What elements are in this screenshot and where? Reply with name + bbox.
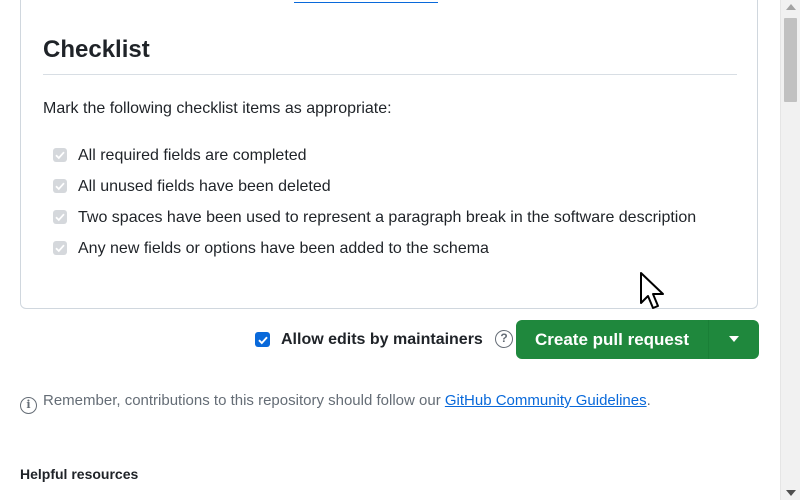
checklist-item-label: All unused fields have been deleted — [78, 178, 331, 195]
checklist-heading: Checklist — [43, 36, 150, 63]
create-pull-request-button-group: Create pull request — [516, 320, 759, 359]
cut-off-link[interactable] — [294, 0, 438, 3]
create-pull-request-button[interactable]: Create pull request — [516, 320, 708, 359]
question-circle-icon[interactable]: ? — [495, 330, 513, 348]
checklist-item-label: All required fields are completed — [78, 147, 307, 164]
checkmark-icon — [55, 151, 65, 160]
checklist-checkbox — [53, 210, 67, 224]
mouse-pointer-icon — [640, 272, 664, 309]
community-guidelines-link[interactable]: GitHub Community Guidelines — [445, 392, 647, 409]
checkmark-icon — [55, 182, 65, 191]
checklist-item-label: Any new fields or options have been adde… — [78, 240, 489, 257]
pull-request-actions: Allow edits by maintainers ? Create pull… — [0, 320, 780, 360]
helpful-resources-heading: Helpful resources — [20, 466, 139, 482]
checklist-item: Any new fields or options have been adde… — [52, 236, 712, 262]
triangle-down-icon — [729, 336, 739, 342]
contribution-reminder: i Remember, contributions to this reposit… — [20, 391, 651, 414]
checklist-checkbox — [53, 148, 67, 162]
checkmark-icon — [55, 244, 65, 253]
checklist-checkbox — [53, 241, 67, 255]
checklist: All required fields are completed All un… — [52, 143, 712, 267]
checkmark-icon — [257, 336, 268, 344]
reminder-period: . — [646, 392, 651, 409]
info-icon: i — [20, 397, 37, 414]
allow-edits-checkbox[interactable] — [255, 332, 270, 347]
checklist-item: All required fields are completed — [52, 143, 712, 169]
scroll-up-arrow-icon[interactable] — [786, 4, 796, 10]
checklist-item-label: Two spaces have been used to represent a… — [78, 209, 697, 226]
create-options-dropdown-button[interactable] — [708, 320, 759, 359]
checklist-item: All unused fields have been deleted — [52, 174, 712, 200]
checkmark-icon — [55, 213, 65, 222]
scroll-down-arrow-icon[interactable] — [786, 490, 796, 496]
checklist-item: Two spaces have been used to represent a… — [52, 205, 712, 231]
page: Checklist Mark the following checklist i… — [0, 0, 780, 500]
allow-edits-label[interactable]: Allow edits by maintainers — [281, 329, 483, 351]
reminder-text: Remember, contributions to this reposito… — [43, 392, 445, 409]
heading-divider — [43, 74, 737, 75]
vertical-scrollbar[interactable] — [780, 0, 800, 500]
checklist-checkbox — [53, 179, 67, 193]
checklist-intro: Mark the following checklist items as ap… — [43, 100, 392, 117]
scrollbar-thumb[interactable] — [784, 18, 797, 102]
